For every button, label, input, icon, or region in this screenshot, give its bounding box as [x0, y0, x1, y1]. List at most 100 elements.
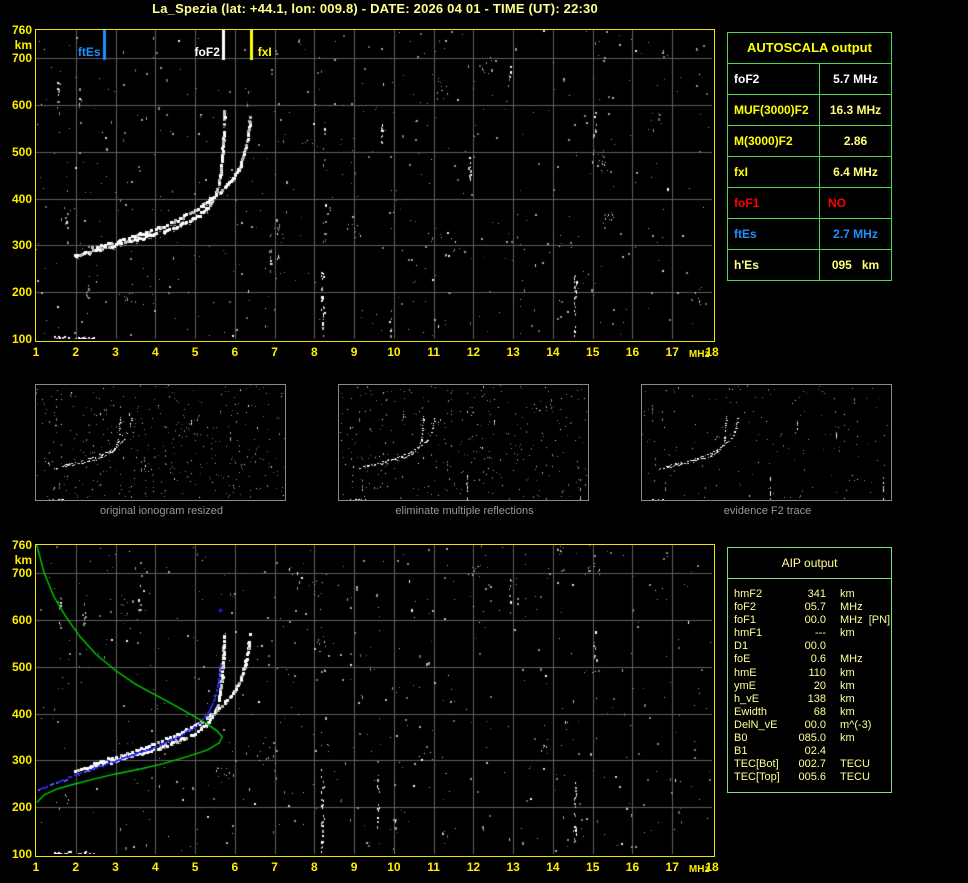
autoscala-row-hes: h'Es 095 km [728, 250, 891, 280]
thumbnail-eliminate-reflections [338, 384, 589, 501]
aip-row-b0: B0 085.0 km [734, 732, 891, 745]
x-tick-label: 3 [112, 860, 119, 874]
aip-row-value: 002.7 [798, 758, 826, 771]
autoscala-row-fof1: foF1 NO [728, 188, 891, 219]
y-tick-label: 100 [11, 332, 32, 346]
x-tick-label: 6 [231, 345, 239, 359]
x-tick-label: 4 [151, 860, 159, 874]
y-tick-label: 700 [11, 51, 32, 66]
thumbnail-caption-reflections: eliminate multiple reflections [395, 505, 534, 517]
y-tick-label: 600 [11, 612, 32, 627]
x-tick-label: 7 [271, 860, 278, 874]
aip-row-label: Ewidth [734, 705, 768, 718]
aip-row-label: B1 [734, 745, 748, 758]
marker-label-fof2: foF2 [194, 45, 220, 59]
x-tick-label: 17 [665, 860, 679, 874]
x-tick-label: 17 [665, 345, 679, 359]
aip-row-label: foE [734, 653, 751, 666]
autoscala-row-label: fxI [728, 157, 820, 187]
aip-table-rows: hmF2 341 km foF2 05.7 MHz foF1 00.0 MHz [PN] hmF1… [728, 579, 891, 784]
autoscala-row-label: MUF(3000)F2 [728, 95, 820, 125]
aip-row-hmf1: hmF1 --- km [734, 627, 891, 640]
x-tick-label: 8 [311, 860, 318, 874]
aip-row-value: 05.7 [804, 601, 826, 614]
aip-row-label: hmE [734, 666, 757, 679]
x-tick-label: 11 [427, 860, 440, 874]
aip-row-value: 20 [813, 679, 826, 692]
y-tick-label: 400 [11, 706, 32, 721]
aip-row-d1: D1 00.0 [734, 640, 891, 653]
x-tick-label: 9 [350, 860, 358, 874]
autoscala-row-label: ftEs [728, 219, 820, 249]
x-tick-label: 2 [72, 345, 80, 359]
x-tick-label: 4 [151, 345, 159, 359]
x-tick-label: 3 [112, 345, 119, 359]
aip-row-unit: TECU [840, 771, 870, 784]
y-tick-label: 200 [11, 800, 32, 815]
aip-row-label: DelN_vE [734, 718, 778, 731]
y-tick-label: 200 [11, 285, 32, 300]
y-tick-label: 500 [11, 144, 32, 159]
aip-row-unit: km [840, 627, 855, 640]
ionogram-canvas-bottom [36, 545, 712, 854]
aip-row-value: 110 [808, 666, 826, 679]
y-tick-label: 600 [11, 97, 32, 112]
aip-row-unit: m^(-3) [840, 718, 872, 731]
autoscala-row-value: 16.3 MHz [829, 103, 882, 117]
aip-row-fof1: foF1 00.0 MHz [PN] [734, 614, 891, 627]
marker-label-ftes: ftEs [77, 45, 101, 59]
y-tick-label: 700 [11, 566, 32, 581]
x-tick-label: 7 [271, 345, 278, 359]
aip-output-table: AIP output hmF2 341 km foF2 05.7 MHz foF1 00.0 M… [727, 547, 892, 793]
x-tick-label: 1 [32, 860, 40, 874]
aip-row-unit: km [840, 705, 855, 718]
aip-row-foe: foE 0.6 MHz [734, 653, 891, 666]
aip-row-label: foF2 [734, 601, 757, 614]
x-tick-label: 16 [625, 860, 640, 874]
x-tick-label: 1 [32, 345, 40, 359]
aip-row-hme: hmE 110 km [734, 667, 891, 680]
aip-row-label: B0 [734, 732, 748, 745]
aip-row-value: --- [815, 627, 826, 640]
autoscala-row-muf3000f2: MUF(3000)F2 16.3 MHz [728, 95, 891, 126]
y-axis-unit-label: km [14, 38, 32, 52]
aip-row-unit: TECU [840, 758, 870, 771]
aip-row-value: 341 [807, 588, 826, 600]
ionogram-plot-bottom [35, 544, 715, 857]
autoscala-table-header: AUTOSCALA output [728, 33, 891, 64]
aip-row-value: 138 [807, 692, 826, 705]
aip-row-label: h_vE [734, 692, 760, 705]
x-tick-label: 6 [231, 860, 239, 874]
x-tick-label: 8 [311, 345, 318, 359]
x-tick-label: 5 [191, 860, 199, 874]
autoscala-row-fof2: foF2 5.7 MHz [728, 64, 891, 95]
autoscala-row-label: h'Es [728, 250, 820, 280]
aip-row-label: TEC[Top] [734, 771, 780, 784]
aip-row-unit: km [840, 666, 855, 679]
aip-row-unit [826, 745, 891, 758]
aip-row-ewidth: Ewidth 68 km [734, 706, 891, 719]
autoscala-row-value: 2.86 [843, 134, 868, 148]
aip-row-tecbot: TEC[Bot] 002.7 TECU [734, 758, 891, 771]
thumbnail-f2-trace [641, 384, 892, 501]
x-tick-label: 5 [191, 345, 199, 359]
aip-row-value: 02.4 [804, 745, 826, 758]
autoscala-row-fxi: fxI 6.4 MHz [728, 157, 891, 188]
x-tick-label: 13 [506, 345, 520, 359]
aip-row-yme: ymE 20 km [734, 680, 891, 693]
autoscala-window: La_Spezia (lat: +44.1, lon: 009.8) - DAT… [0, 0, 968, 883]
aip-row-label: D1 [734, 640, 749, 653]
thumbnail-caption-original: original ionogram resized [100, 505, 223, 517]
x-tick-label: 12 [466, 345, 481, 359]
aip-row-value: 005.6 [798, 771, 826, 784]
autoscala-row-value: 2.7 MHz [833, 227, 878, 241]
aip-row-value: 0.6 [810, 653, 826, 666]
aip-row-value: 68 [813, 705, 826, 718]
page-title: La_Spezia (lat: +44.1, lon: 009.8) - DAT… [152, 1, 598, 16]
ionogram-canvas-top [36, 30, 712, 339]
aip-row-unit: MHz [PN] [840, 614, 891, 627]
thumbnail-caption-f2trace: evidence F2 trace [723, 505, 812, 517]
autoscala-row-value: 6.4 MHz [833, 165, 878, 179]
aip-table-header: AIP output [728, 548, 891, 579]
x-tick-label: 15 [586, 345, 600, 359]
